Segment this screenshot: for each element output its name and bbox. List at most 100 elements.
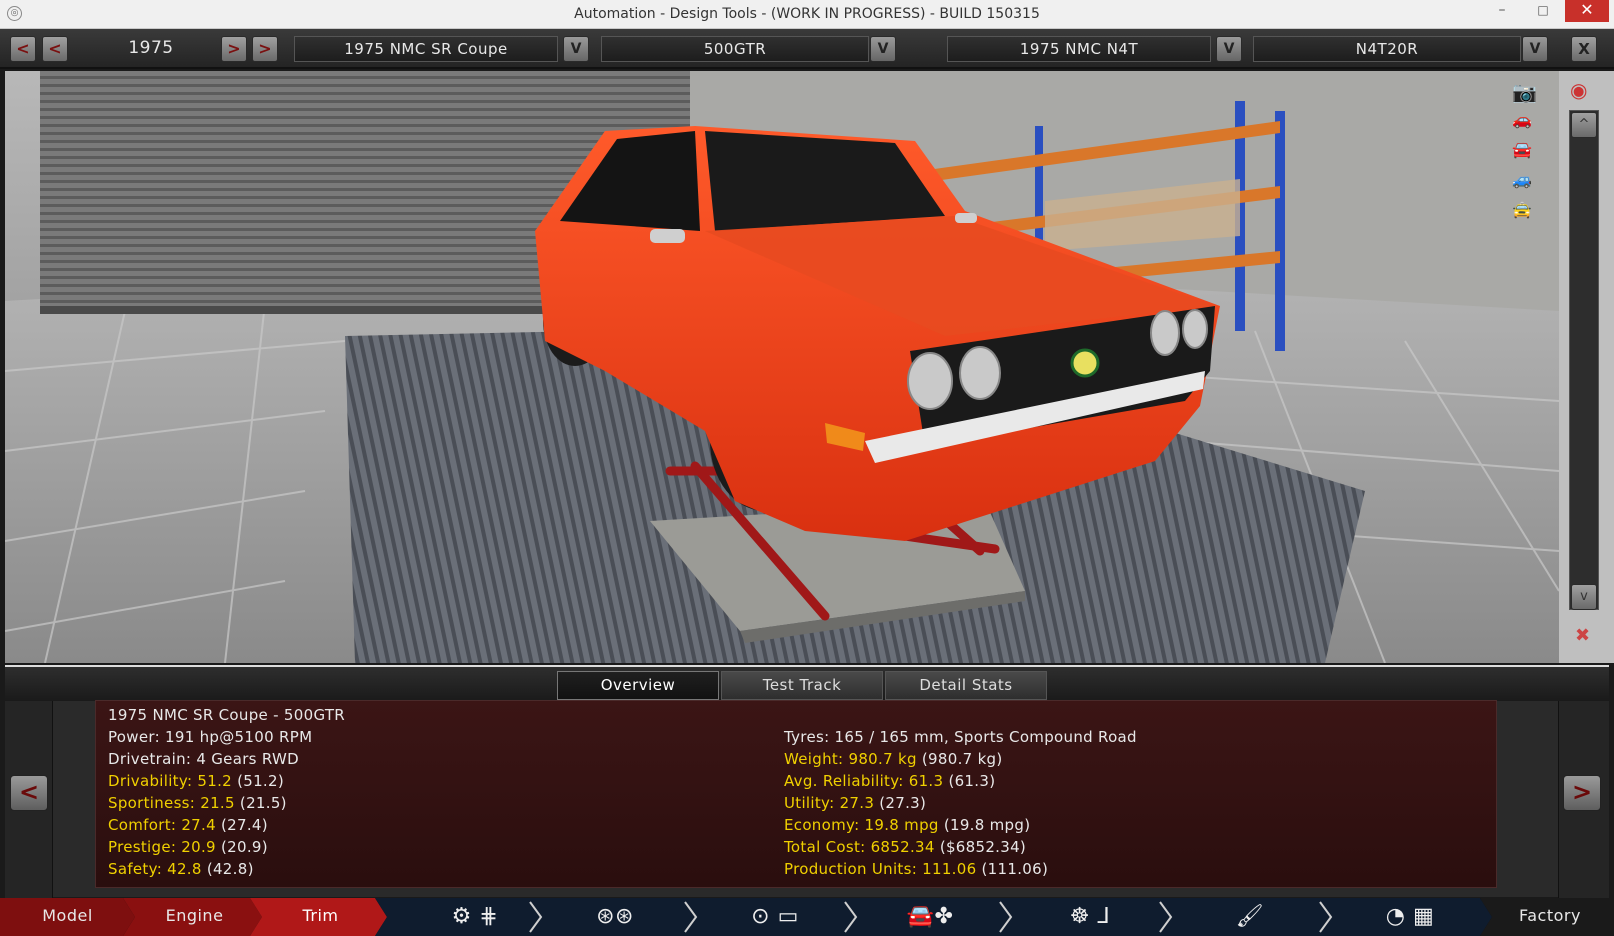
- tab-overview[interactable]: Overview: [557, 671, 719, 700]
- stat-value: 61.3: [908, 772, 944, 790]
- eye-icon[interactable]: ◉: [1570, 78, 1587, 102]
- stat-label: Avg. Reliability:: [784, 772, 904, 790]
- stat-value: 980.7 kg: [848, 750, 917, 768]
- model-dropdown-button[interactable]: V: [563, 36, 589, 62]
- stat-value: 111.06: [922, 860, 977, 878]
- nav-suspension[interactable]: ⊛⊛: [560, 898, 670, 936]
- next-page-button[interactable]: >: [1563, 775, 1601, 811]
- stat-value: 42.8: [167, 860, 202, 878]
- design-stage-nav: Model Engine Trim ⚙ ⋕ ⊛⊛ ⊙ ▭ 🚘✤ ☸ ⅃ 🖌 ◔ …: [0, 898, 1614, 936]
- stat-row: Economy: 19.8 mpg (19.8 mpg): [784, 814, 1030, 836]
- stat-reference: ($6852.34): [939, 838, 1027, 856]
- reset-view-icon[interactable]: ✖: [1575, 625, 1590, 646]
- model-selector[interactable]: 1975 NMC SR Coupe: [294, 36, 558, 62]
- stat-label: Sportiness:: [108, 794, 196, 812]
- panel-tabs: Overview Test Track Detail Stats: [5, 667, 1609, 701]
- window-title: Automation - Design Tools - (WORK IN PRO…: [574, 6, 1040, 22]
- stat-row: Safety: 42.8 (42.8): [108, 858, 254, 880]
- screenshot-camera-icon[interactable]: 📷: [1512, 80, 1537, 104]
- gauge-flag-icon: ◔ ▦: [1385, 903, 1435, 929]
- stat-row: Drivability: 51.2 (51.2): [108, 770, 284, 792]
- stat-label: Drivability:: [108, 772, 193, 790]
- year-prev-fast-button[interactable]: <: [10, 36, 36, 62]
- nav-model[interactable]: Model: [0, 898, 135, 936]
- app-window: ◎ Automation - Design Tools - (WORK IN P…: [0, 0, 1614, 936]
- year-next-fast-button[interactable]: >: [252, 36, 278, 62]
- stat-reference: (111.06): [981, 860, 1049, 878]
- car-3d-viewport[interactable]: [5, 71, 1559, 663]
- top-selector-bar: < < 1975 > > 1975 NMC SR Coupe V 500GTR …: [0, 29, 1614, 69]
- stat-label: Power:: [108, 728, 160, 746]
- minimize-button[interactable]: –: [1482, 0, 1522, 22]
- stat-value: 20.9: [181, 838, 216, 856]
- stat-row: Avg. Reliability: 61.3 (61.3): [784, 770, 995, 792]
- stat-row: Power: 191 hp@5100 RPM: [108, 726, 312, 748]
- stat-label: Tyres:: [784, 728, 830, 746]
- stat-row: Comfort: 27.4 (27.4): [108, 814, 268, 836]
- engine-family-selector[interactable]: 1975 NMC N4T: [947, 36, 1211, 62]
- stat-label: Prestige:: [108, 838, 177, 856]
- engine-variant-dropdown-button[interactable]: V: [1522, 36, 1548, 62]
- scroll-down-button[interactable]: v: [1571, 584, 1597, 610]
- stat-value: 51.2: [197, 772, 232, 790]
- stat-value: 191 hp@5100 RPM: [165, 728, 313, 746]
- stat-label: Economy:: [784, 816, 860, 834]
- year-prev-button[interactable]: <: [42, 36, 68, 62]
- trim-selector[interactable]: 500GTR: [601, 36, 869, 62]
- year-next-button[interactable]: >: [221, 36, 247, 62]
- part-scroll-track[interactable]: [1569, 110, 1599, 610]
- car-fan-icon: 🚘✤: [906, 903, 954, 929]
- stat-reference: (20.9): [220, 838, 268, 856]
- nav-trim[interactable]: Trim: [258, 898, 383, 936]
- stat-value: 27.3: [839, 794, 875, 812]
- car-header: 1975 NMC SR Coupe - 500GTR: [108, 706, 346, 724]
- stat-reference: (42.8): [206, 860, 254, 878]
- scroll-up-button[interactable]: ^: [1571, 112, 1597, 138]
- view-front-icon[interactable]: 🚗: [1512, 110, 1532, 129]
- stat-reference: (980.7 kg): [921, 750, 1003, 768]
- stat-label: Safety:: [108, 860, 163, 878]
- nav-testing[interactable]: ◔ ▦: [1345, 898, 1475, 936]
- nav-body[interactable]: ⊙ ▭: [710, 898, 840, 936]
- close-design-button[interactable]: X: [1571, 36, 1597, 62]
- nav-interior[interactable]: ☸ ⅃: [1025, 898, 1155, 936]
- gear-shift-icon: ⚙ ⋕: [451, 903, 499, 929]
- engine-variant-selector[interactable]: N4T20R: [1253, 36, 1521, 62]
- stat-reference: (21.5): [239, 794, 287, 812]
- title-bar: ◎ Automation - Design Tools - (WORK IN P…: [0, 0, 1614, 29]
- stat-label: Comfort:: [108, 816, 177, 834]
- nav-paint[interactable]: 🖌: [1185, 898, 1315, 936]
- stat-reference: (27.3): [879, 794, 927, 812]
- prev-page-button[interactable]: <: [10, 775, 48, 811]
- view-top-icon[interactable]: 🚖: [1512, 200, 1532, 219]
- stat-label: Drivetrain:: [108, 750, 192, 768]
- stat-label: Production Units:: [784, 860, 918, 878]
- overview-stats: 1975 NMC SR Coupe - 500GTR Power: 191 hp…: [95, 700, 1497, 888]
- close-window-button[interactable]: ✕: [1565, 0, 1609, 22]
- stat-row: Production Units: 111.06 (111.06): [784, 858, 1048, 880]
- stat-reference: (61.3): [948, 772, 996, 790]
- stat-reference: (27.4): [221, 816, 268, 834]
- stat-value: 165 / 165 mm, Sports Compound Road: [834, 728, 1137, 746]
- stat-label: Weight:: [784, 750, 844, 768]
- stat-value: 27.4: [181, 816, 216, 834]
- nav-engine[interactable]: Engine: [132, 898, 257, 936]
- view-rear-icon[interactable]: 🚙: [1512, 170, 1532, 189]
- tab-detail-stats[interactable]: Detail Stats: [885, 671, 1047, 700]
- garage-scene: [5, 71, 1559, 663]
- tab-test-track[interactable]: Test Track: [721, 671, 883, 700]
- view-side-icon[interactable]: 🚘: [1512, 140, 1532, 159]
- engine-family-dropdown-button[interactable]: V: [1216, 36, 1242, 62]
- maximize-button[interactable]: □: [1523, 0, 1563, 22]
- nav-factory[interactable]: Factory: [1495, 898, 1605, 936]
- stat-value: 6852.34: [870, 838, 935, 856]
- nav-fixtures[interactable]: ⚙ ⋕: [420, 898, 530, 936]
- stat-reference: (19.8 mpg): [943, 816, 1031, 834]
- stat-row: Weight: 980.7 kg (980.7 kg): [784, 748, 1003, 770]
- stat-row: Prestige: 20.9 (20.9): [108, 836, 268, 858]
- stat-row: Sportiness: 21.5 (21.5): [108, 792, 287, 814]
- nav-aero[interactable]: 🚘✤: [865, 898, 995, 936]
- trim-dropdown-button[interactable]: V: [870, 36, 896, 62]
- stat-label: Utility:: [784, 794, 835, 812]
- wheel-body-icon: ⊙ ▭: [751, 903, 799, 929]
